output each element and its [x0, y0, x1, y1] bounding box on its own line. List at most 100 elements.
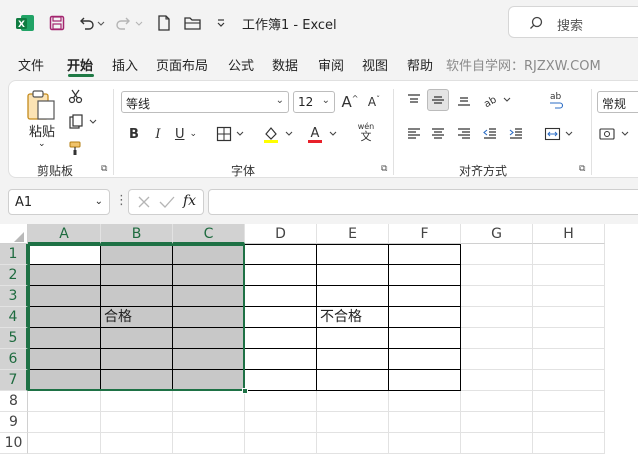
- cell-c3[interactable]: [173, 286, 245, 307]
- column-header-a[interactable]: A: [28, 224, 101, 244]
- cell-h6[interactable]: [533, 349, 605, 370]
- cell-b6[interactable]: [101, 349, 173, 370]
- cell-b10[interactable]: [101, 433, 173, 454]
- cell-g5[interactable]: [461, 328, 533, 349]
- undo-icon[interactable]: [76, 12, 106, 34]
- cell-d7[interactable]: [245, 370, 317, 391]
- cell-h3[interactable]: [533, 286, 605, 307]
- column-header-d[interactable]: D: [245, 224, 317, 244]
- cell-d1[interactable]: [245, 244, 317, 265]
- row-header-6[interactable]: 6: [0, 349, 28, 370]
- fill-handle[interactable]: [242, 388, 248, 394]
- cell-g6[interactable]: [461, 349, 533, 370]
- cell-d5[interactable]: [245, 328, 317, 349]
- cell-b7[interactable]: [101, 370, 173, 391]
- cell-c2[interactable]: [173, 265, 245, 286]
- cell-c5[interactable]: [173, 328, 245, 349]
- column-header-g[interactable]: G: [461, 224, 533, 244]
- cell-g3[interactable]: [461, 286, 533, 307]
- cell-a7[interactable]: [28, 370, 101, 391]
- increase-indent-icon[interactable]: [505, 123, 527, 145]
- tab-file[interactable]: 文件: [18, 55, 44, 74]
- column-header-h[interactable]: H: [533, 224, 605, 244]
- cell-h5[interactable]: [533, 328, 605, 349]
- cell-d8[interactable]: [245, 391, 317, 412]
- paste-dropdown-icon[interactable]: ⌄: [38, 139, 46, 149]
- row-header-3[interactable]: 3: [0, 286, 28, 307]
- orientation-icon[interactable]: ab: [481, 89, 515, 111]
- tab-view[interactable]: 视图: [362, 55, 388, 74]
- cell-a6[interactable]: [28, 349, 101, 370]
- cell-h4[interactable]: [533, 307, 605, 328]
- cell-g7[interactable]: [461, 370, 533, 391]
- cell-c1[interactable]: [173, 244, 245, 265]
- row-header-5[interactable]: 5: [0, 328, 28, 349]
- fill-color-icon[interactable]: [261, 123, 297, 145]
- cell-g9[interactable]: [461, 412, 533, 433]
- cancel-icon[interactable]: [137, 195, 151, 209]
- cell-a8[interactable]: [28, 391, 101, 412]
- cell-e6[interactable]: [317, 349, 389, 370]
- cut-icon[interactable]: [65, 85, 87, 107]
- cell-e4[interactable]: 不合格: [317, 307, 389, 328]
- bold-icon[interactable]: B: [123, 123, 145, 145]
- cell-c8[interactable]: [173, 391, 245, 412]
- more-options-icon[interactable]: ⋮: [115, 193, 128, 208]
- format-painter-icon[interactable]: [65, 137, 87, 159]
- decrease-font-size-icon[interactable]: Aˇ: [363, 91, 385, 113]
- row-header-9[interactable]: 9: [0, 412, 28, 433]
- cell-f1[interactable]: [389, 244, 461, 265]
- cell-f4[interactable]: [389, 307, 461, 328]
- cell-a4[interactable]: [28, 307, 101, 328]
- italic-icon[interactable]: I: [147, 123, 169, 145]
- cell-a1[interactable]: [28, 244, 101, 265]
- formula-input[interactable]: [208, 189, 638, 215]
- cell-d2[interactable]: [245, 265, 317, 286]
- new-file-icon[interactable]: [154, 12, 174, 34]
- tab-data[interactable]: 数据: [272, 55, 298, 74]
- tab-page-layout[interactable]: 页面布局: [156, 55, 208, 74]
- accounting-format-icon[interactable]: [597, 123, 633, 145]
- cell-h7[interactable]: [533, 370, 605, 391]
- cell-c9[interactable]: [173, 412, 245, 433]
- row-header-7[interactable]: 7: [0, 370, 28, 391]
- row-header-4[interactable]: 4: [0, 307, 28, 328]
- cell-g1[interactable]: [461, 244, 533, 265]
- cell-f5[interactable]: [389, 328, 461, 349]
- cell-h1[interactable]: [533, 244, 605, 265]
- tab-review[interactable]: 审阅: [318, 55, 344, 74]
- insert-function-icon[interactable]: fx: [183, 193, 196, 209]
- cell-f8[interactable]: [389, 391, 461, 412]
- open-folder-icon[interactable]: [182, 12, 204, 34]
- select-all-corner[interactable]: [0, 224, 28, 244]
- decrease-indent-icon[interactable]: [479, 123, 501, 145]
- clipboard-launcher-icon[interactable]: ⧉: [101, 164, 111, 174]
- cell-h10[interactable]: [533, 433, 605, 454]
- wrap-text-icon[interactable]: ab: [545, 89, 567, 111]
- cell-g2[interactable]: [461, 265, 533, 286]
- cell-a5[interactable]: [28, 328, 101, 349]
- number-format-combo[interactable]: 常规: [597, 91, 638, 113]
- cell-b4[interactable]: 合格: [101, 307, 173, 328]
- cell-h9[interactable]: [533, 412, 605, 433]
- enter-icon[interactable]: [159, 195, 175, 209]
- cell-d9[interactable]: [245, 412, 317, 433]
- copy-icon[interactable]: [65, 111, 101, 133]
- search-box[interactable]: 搜索: [508, 6, 638, 38]
- column-header-b[interactable]: B: [101, 224, 173, 244]
- name-box[interactable]: A1 ⌄: [8, 189, 110, 215]
- cell-e5[interactable]: [317, 328, 389, 349]
- cell-h2[interactable]: [533, 265, 605, 286]
- cell-a3[interactable]: [28, 286, 101, 307]
- paste-icon[interactable]: [25, 89, 59, 123]
- row-header-1[interactable]: 1: [0, 244, 28, 265]
- cell-f3[interactable]: [389, 286, 461, 307]
- font-color-icon[interactable]: A: [305, 123, 341, 145]
- cell-c10[interactable]: [173, 433, 245, 454]
- cell-c7[interactable]: [173, 370, 245, 391]
- customize-qat-icon[interactable]: [214, 12, 228, 34]
- underline-icon[interactable]: U ⌄: [171, 123, 201, 145]
- align-right-icon[interactable]: [453, 123, 475, 145]
- redo-icon[interactable]: [114, 12, 144, 34]
- cell-f6[interactable]: [389, 349, 461, 370]
